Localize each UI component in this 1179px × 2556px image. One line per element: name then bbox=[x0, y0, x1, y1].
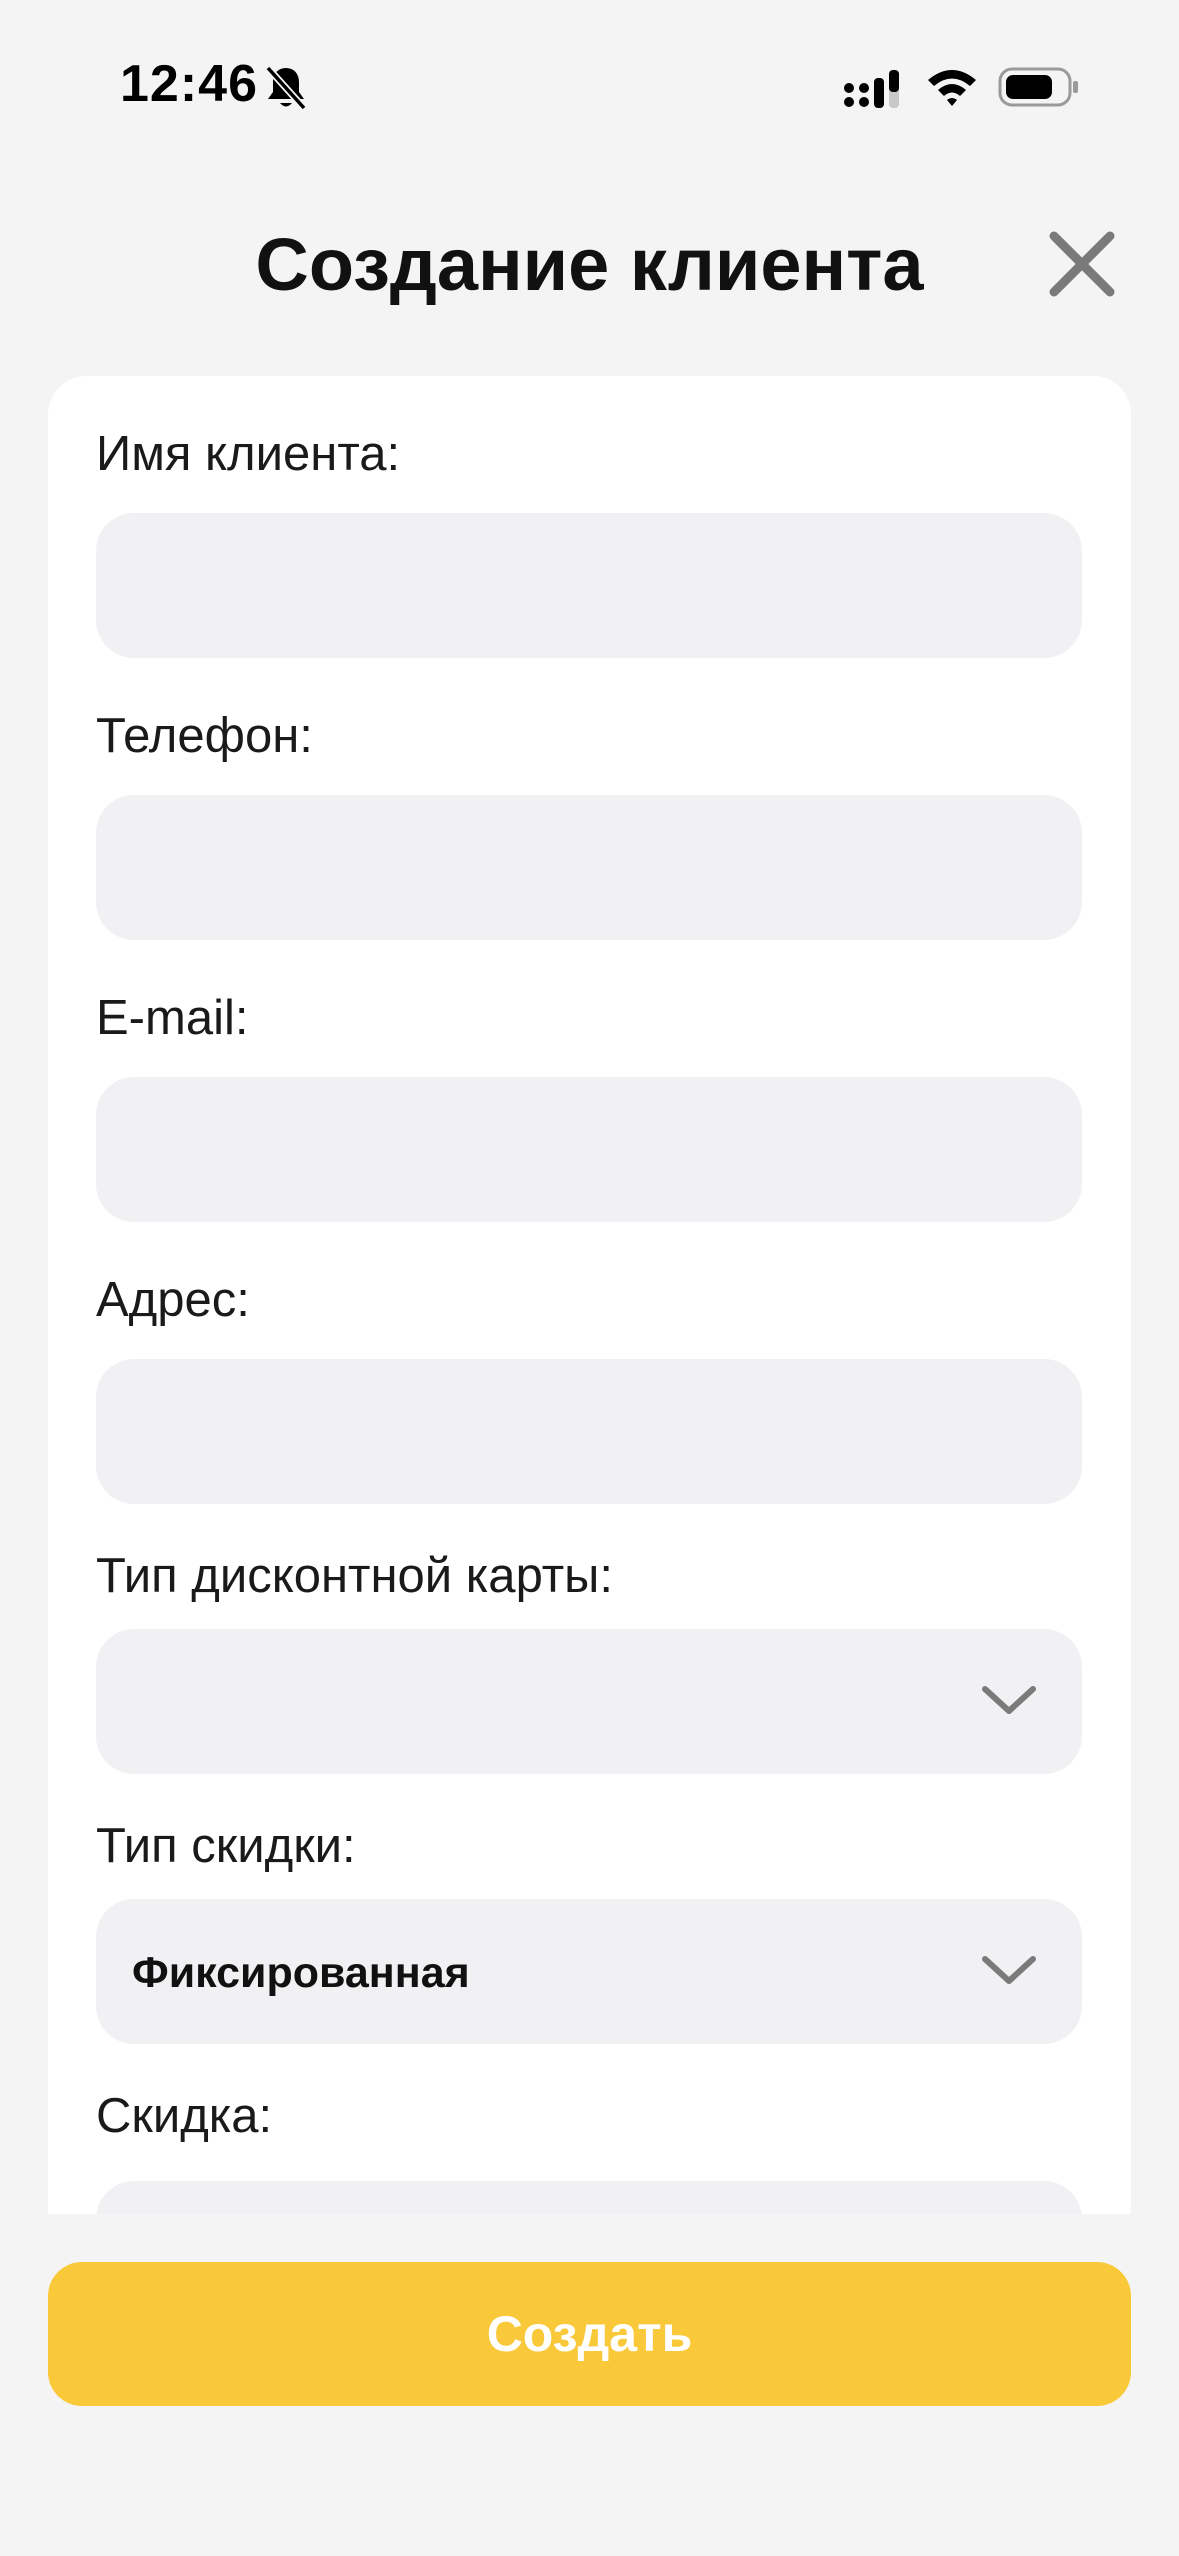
phone-field[interactable] bbox=[96, 795, 1082, 940]
battery-icon bbox=[998, 67, 1078, 107]
discount-type-label: Тип скидки: bbox=[96, 1819, 356, 1873]
status-time: 12:46 bbox=[120, 55, 258, 113]
wifi-icon bbox=[928, 70, 976, 106]
bell-slash-icon bbox=[265, 65, 307, 111]
create-button[interactable]: Создать bbox=[48, 2262, 1131, 2406]
name-label: Имя клиента: bbox=[96, 427, 401, 481]
email-field[interactable] bbox=[96, 1077, 1082, 1222]
name-field[interactable] bbox=[96, 513, 1082, 658]
page-title: Создание клиента bbox=[255, 223, 924, 306]
close-icon bbox=[1049, 231, 1115, 297]
chevron-down-icon bbox=[982, 1956, 1036, 1984]
discount-type-value: Фиксированная bbox=[132, 1949, 470, 1997]
address-label: Адрес: bbox=[96, 1273, 250, 1327]
discount-type-select[interactable]: Фиксированная bbox=[96, 1899, 1082, 2044]
cellular-icon bbox=[844, 70, 899, 108]
chevron-down-icon bbox=[982, 1686, 1036, 1714]
phone-label: Телефон: bbox=[96, 709, 313, 763]
card-type-label: Тип дисконтной карты: bbox=[96, 1549, 614, 1603]
client-form: Имя клиента: Телефон: E-mail: Адрес: Тип… bbox=[48, 376, 1131, 2214]
discount-label: Скидка: bbox=[96, 2089, 273, 2143]
card-type-select[interactable] bbox=[96, 1629, 1082, 1774]
status-bar: 12:46 bbox=[0, 0, 1179, 175]
close-button[interactable] bbox=[1040, 222, 1124, 306]
discount-field[interactable] bbox=[96, 2181, 1082, 2214]
email-label: E-mail: bbox=[96, 991, 249, 1045]
address-field[interactable] bbox=[96, 1359, 1082, 1504]
create-button-label: Создать bbox=[486, 2306, 693, 2362]
